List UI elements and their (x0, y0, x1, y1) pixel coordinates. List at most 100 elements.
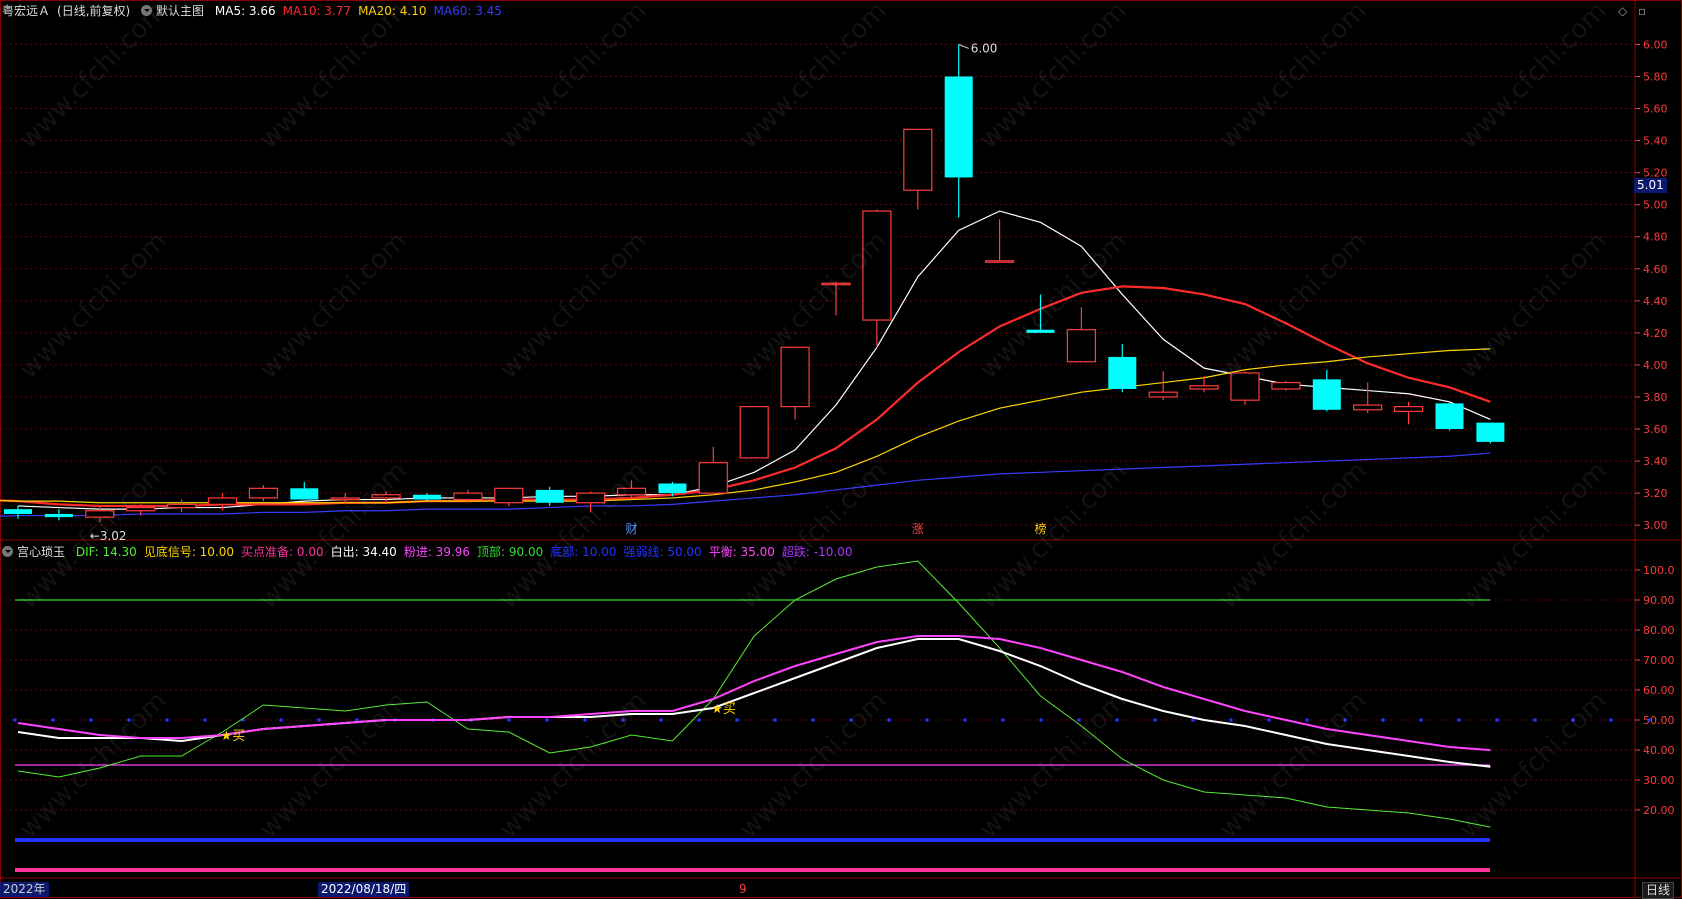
indicator-legend-item-0: DIF: 14.30 (75, 545, 137, 559)
indicator-legend-item-7: 强弱线: 50.00 (623, 545, 702, 559)
restore-window-icon[interactable]: ▫ (1638, 4, 1646, 18)
strength-line-dot (811, 718, 815, 722)
high-price-label: 6.00 (971, 41, 998, 55)
watermark: www.cfchi.com (254, 456, 413, 615)
dropdown-icon[interactable] (141, 5, 153, 16)
watermark: www.cfchi.com (1454, 456, 1613, 615)
strength-line-dot (203, 718, 207, 722)
watermark: www.cfchi.com (1214, 456, 1373, 615)
strength-line-dot (887, 718, 891, 722)
indicator-tick-label: 20.00 (1643, 804, 1675, 817)
strength-line-dot (1533, 718, 1537, 722)
candle-body (453, 492, 483, 501)
watermark: www.cfchi.com (1454, 0, 1613, 155)
watermark: www.cfchi.com (1454, 226, 1613, 385)
price-tick-label: 3.80 (1643, 391, 1668, 404)
candle-body (1148, 391, 1178, 398)
strength-line-dot (773, 718, 777, 722)
indicator-legend: DIF: 14.30 见底信号: 10.00 买点准备: 0.00 白出: 34.40… (76, 545, 860, 559)
indicator-legend-item-2: 买点准备: 0.00 (241, 545, 324, 559)
indicator-legend-item-9: 超跌: -10.00 (781, 545, 853, 559)
current-price-tag: 5.01 (1634, 178, 1667, 193)
candle-body (903, 128, 933, 191)
watermark: www.cfchi.com (14, 226, 173, 385)
watermark: www.cfchi.com (1214, 226, 1373, 385)
strength-line-dot (1153, 718, 1157, 722)
stock-name[interactable]: 粤宏远Ａ (2, 4, 50, 18)
main-chart-selector[interactable]: 默认主图 (156, 4, 204, 18)
strength-line-dot (583, 718, 587, 722)
candle-body (413, 494, 441, 500)
candle-body (1271, 381, 1301, 390)
watermark: www.cfchi.com (974, 0, 1133, 155)
candle-body (698, 462, 728, 494)
kline-chart-canvas[interactable]: 6.005.805.605.405.205.004.804.604.404.20… (0, 0, 1682, 898)
indicator-tick-label: 90.00 (1643, 594, 1675, 607)
strength-line-dot (1305, 718, 1309, 722)
indicator-tick-label: 100.0 (1643, 564, 1675, 577)
watermark: www.cfchi.com (14, 0, 173, 155)
price-tick-label: 4.40 (1643, 295, 1668, 308)
watermark: www.cfchi.com (734, 0, 893, 155)
candle-body (658, 483, 687, 494)
price-tick-label: 5.00 (1643, 199, 1668, 212)
strength-line-dot (1001, 718, 1005, 722)
indicator-legend-item-5: 顶部: 90.00 (477, 545, 544, 559)
price-tick-label: 5.60 (1643, 103, 1668, 116)
strength-line-dot (165, 718, 169, 722)
price-tick-label: 5.80 (1643, 70, 1668, 83)
strength-line-dot (925, 718, 929, 722)
candle-body (1066, 329, 1097, 363)
watermark: www.cfchi.com (1214, 0, 1373, 155)
indicator-legend-item-6: 底部: 10.00 (550, 545, 617, 559)
candle-body (167, 503, 197, 509)
strength-line-dot (697, 718, 701, 722)
indicator-tick-label: 70.00 (1643, 654, 1675, 667)
buy-signal-marker: ★买 (221, 729, 246, 744)
strength-line-dot (1229, 718, 1233, 722)
watermark: www.cfchi.com (254, 0, 413, 155)
indicator-line-白出 (17, 638, 1491, 768)
strength-line-dot (1495, 718, 1499, 722)
candle-body (1435, 403, 1464, 430)
candle-body (290, 488, 319, 500)
strength-line-dot (1457, 718, 1461, 722)
price-tick-label: 4.80 (1643, 231, 1668, 244)
cursor-date-label: 2022/08/18/四 (318, 882, 410, 897)
watermark: www.cfchi.com (494, 226, 653, 385)
strength-line-dot (1419, 718, 1423, 722)
diamond-icon[interactable]: ◇ (1618, 4, 1627, 18)
strength-line-dot (1609, 718, 1613, 722)
price-tick-label: 4.00 (1643, 359, 1668, 372)
event-marker: 财 (625, 522, 637, 536)
period-button[interactable]: 日线 (1642, 882, 1675, 899)
indicator-legend-item-3: 白出: 34.40 (330, 545, 397, 559)
price-tick-label: 3.00 (1643, 519, 1668, 532)
ma-legend-item-1: MA10: 3.77 (282, 4, 352, 18)
watermark: www.cfchi.com (14, 456, 173, 615)
indicator-legend-item-8: 平衡: 35.00 (708, 545, 775, 559)
candle-body (4, 509, 32, 514)
outer-frame (0, 0, 1682, 898)
month-label: 9 (739, 882, 747, 896)
strength-line-dot (89, 718, 93, 722)
strength-line-dot (1039, 718, 1043, 722)
ma-legend-item-2: MA20: 4.10 (358, 4, 427, 18)
candle-body (780, 346, 810, 408)
watermark: www.cfchi.com (974, 456, 1133, 615)
ma-legend: MA5: 3.66 MA10: 3.77 MA20: 4.10 MA60: 3.45 (215, 4, 509, 18)
candle-body (739, 405, 769, 459)
price-tick-label: 6.00 (1643, 38, 1668, 51)
candle-body (44, 513, 73, 518)
watermark: www.cfchi.com (254, 226, 413, 385)
price-tick-label: 3.40 (1643, 455, 1668, 468)
strength-line-dot (317, 718, 321, 722)
ma-legend-item-3: MA60: 3.45 (433, 4, 502, 18)
indicator-tick-label: 30.00 (1643, 774, 1675, 787)
candle-body (1108, 356, 1137, 389)
price-tick-label: 4.60 (1643, 263, 1668, 276)
dropdown-icon[interactable] (2, 546, 13, 557)
indicator-name[interactable]: 宫心琐玉 (17, 545, 65, 559)
candle-body (1393, 405, 1424, 413)
strength-line-dot (659, 718, 663, 722)
